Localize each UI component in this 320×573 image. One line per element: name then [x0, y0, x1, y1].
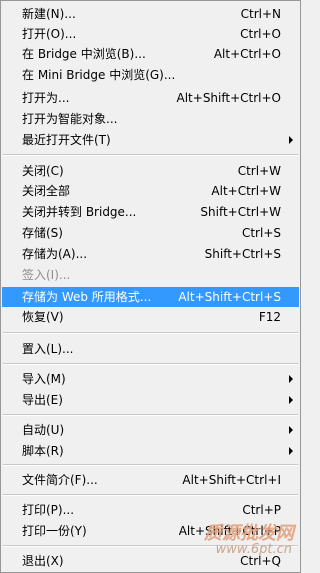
- submenu-arrow-icon: [289, 396, 293, 404]
- menu-separator: [3, 332, 298, 334]
- menu-separator: [3, 464, 298, 466]
- menu-item-label: 打印(P)...: [22, 503, 75, 517]
- menu-item-shortcut: Ctrl+W: [237, 164, 281, 178]
- menu-item-label: 打开为...: [22, 91, 70, 105]
- menu-item-label: 退出(X): [22, 554, 64, 568]
- menu-item-file-info[interactable]: 文件简介(F)... Alt+Shift+Ctrl+I: [2, 470, 299, 490]
- menu-separator: [3, 154, 298, 156]
- menu-item-shortcut: Ctrl+Q: [240, 554, 281, 568]
- menu-item-label: 恢复(V): [22, 310, 64, 324]
- menu-item-print-one-copy[interactable]: 打印一份(Y) Alt+Shift+Ctrl+P: [2, 521, 299, 541]
- menu-item-shortcut: Alt+Ctrl+W: [211, 184, 281, 198]
- menu-item-label: 存储为(A)...: [22, 247, 88, 261]
- menu-item-close[interactable]: 关闭(C) Ctrl+W: [2, 161, 299, 181]
- menu-item-shortcut: Shift+Ctrl+S: [204, 247, 281, 261]
- menu-item-label: 在 Mini Bridge 中浏览(G)...: [22, 68, 176, 82]
- menu-item-label: 新建(N)...: [22, 7, 76, 21]
- menu-item-shortcut: F12: [258, 310, 281, 324]
- menu-item-save[interactable]: 存储(S) Ctrl+S: [2, 223, 299, 243]
- menu-item-exit[interactable]: 退出(X) Ctrl+Q: [2, 551, 299, 571]
- menu-item-label: 导出(E): [22, 393, 63, 407]
- menu-item-label: 文件简介(F)...: [22, 473, 98, 487]
- submenu-arrow-icon: [289, 375, 293, 383]
- menu-item-shortcut: Alt+Ctrl+O: [213, 47, 281, 61]
- menu-item-shortcut: Ctrl+N: [240, 7, 281, 21]
- file-menu: 新建(N)... Ctrl+N 打开(O)... Ctrl+O 在 Bridge…: [0, 0, 301, 573]
- menu-item-close-all[interactable]: 关闭全部 Alt+Ctrl+W: [2, 181, 299, 201]
- menu-item-label: 签入(I)...: [22, 268, 71, 282]
- menu-item-import[interactable]: 导入(M): [2, 369, 299, 389]
- menu-item-check-in: 签入(I)...: [2, 265, 299, 285]
- menu-item-shortcut: Ctrl+O: [240, 27, 281, 41]
- menu-item-automate[interactable]: 自动(U): [2, 420, 299, 440]
- menu-item-label: 打开(O)...: [22, 27, 77, 41]
- menu-item-label: 关闭全部: [22, 184, 71, 198]
- menu-item-label: 关闭(C): [22, 164, 64, 178]
- menu-item-browse-in-mini-bridge[interactable]: 在 Mini Bridge 中浏览(G)...: [2, 65, 299, 85]
- menu-item-export[interactable]: 导出(E): [2, 390, 299, 410]
- menu-item-label: 存储为 Web 所用格式...: [22, 290, 152, 304]
- menu-item-label: 自动(U): [22, 423, 65, 437]
- menu-separator: [3, 414, 298, 416]
- menu-item-scripts[interactable]: 脚本(R): [2, 441, 299, 461]
- menu-item-shortcut: Ctrl+S: [241, 226, 281, 240]
- menu-item-shortcut: Alt+Shift+Ctrl+P: [178, 524, 281, 538]
- menu-item-label: 最近打开文件(T): [22, 133, 111, 147]
- menu-item-open-as-smart-object[interactable]: 打开为智能对象...: [2, 109, 299, 129]
- menu-separator: [3, 363, 298, 365]
- menu-item-revert[interactable]: 恢复(V) F12: [2, 307, 299, 327]
- menu-item-print[interactable]: 打印(P)... Ctrl+P: [2, 500, 299, 520]
- submenu-arrow-icon: [289, 447, 293, 455]
- menu-item-save-as[interactable]: 存储为(A)... Shift+Ctrl+S: [2, 244, 299, 264]
- menu-item-label: 导入(M): [22, 372, 66, 386]
- menu-item-shortcut: Alt+Shift+Ctrl+I: [182, 473, 281, 487]
- menu-item-open[interactable]: 打开(O)... Ctrl+O: [2, 24, 299, 44]
- submenu-arrow-icon: [289, 426, 293, 434]
- menu-item-shortcut: Alt+Shift+Ctrl+O: [176, 91, 281, 105]
- menu-item-shortcut: Ctrl+P: [242, 503, 281, 517]
- submenu-arrow-icon: [289, 136, 293, 144]
- menu-item-label: 关闭并转到 Bridge...: [22, 205, 137, 219]
- menu-item-open-as[interactable]: 打开为... Alt+Shift+Ctrl+O: [2, 88, 299, 108]
- menu-item-open-recent[interactable]: 最近打开文件(T): [2, 130, 299, 150]
- menu-item-save-for-web[interactable]: 存储为 Web 所用格式... Alt+Shift+Ctrl+S: [2, 287, 299, 307]
- menu-item-shortcut: Shift+Ctrl+W: [200, 205, 281, 219]
- menu-item-close-and-go-to-bridge[interactable]: 关闭并转到 Bridge... Shift+Ctrl+W: [2, 202, 299, 222]
- menu-item-browse-in-bridge[interactable]: 在 Bridge 中浏览(B)... Alt+Ctrl+O: [2, 44, 299, 64]
- menu-item-label: 打印一份(Y): [22, 524, 87, 538]
- menu-item-shortcut: Alt+Shift+Ctrl+S: [178, 290, 281, 304]
- menu-item-label: 打开为智能对象...: [22, 112, 118, 126]
- menu-separator: [3, 494, 298, 496]
- menu-separator: [3, 545, 298, 547]
- menu-item-label: 存储(S): [22, 226, 63, 240]
- menu-item-label: 置入(L)...: [22, 342, 74, 356]
- menu-item-new[interactable]: 新建(N)... Ctrl+N: [2, 4, 299, 24]
- menu-item-place[interactable]: 置入(L)...: [2, 339, 299, 359]
- menu-item-label: 脚本(R): [22, 444, 64, 458]
- menu-item-label: 在 Bridge 中浏览(B)...: [22, 47, 146, 61]
